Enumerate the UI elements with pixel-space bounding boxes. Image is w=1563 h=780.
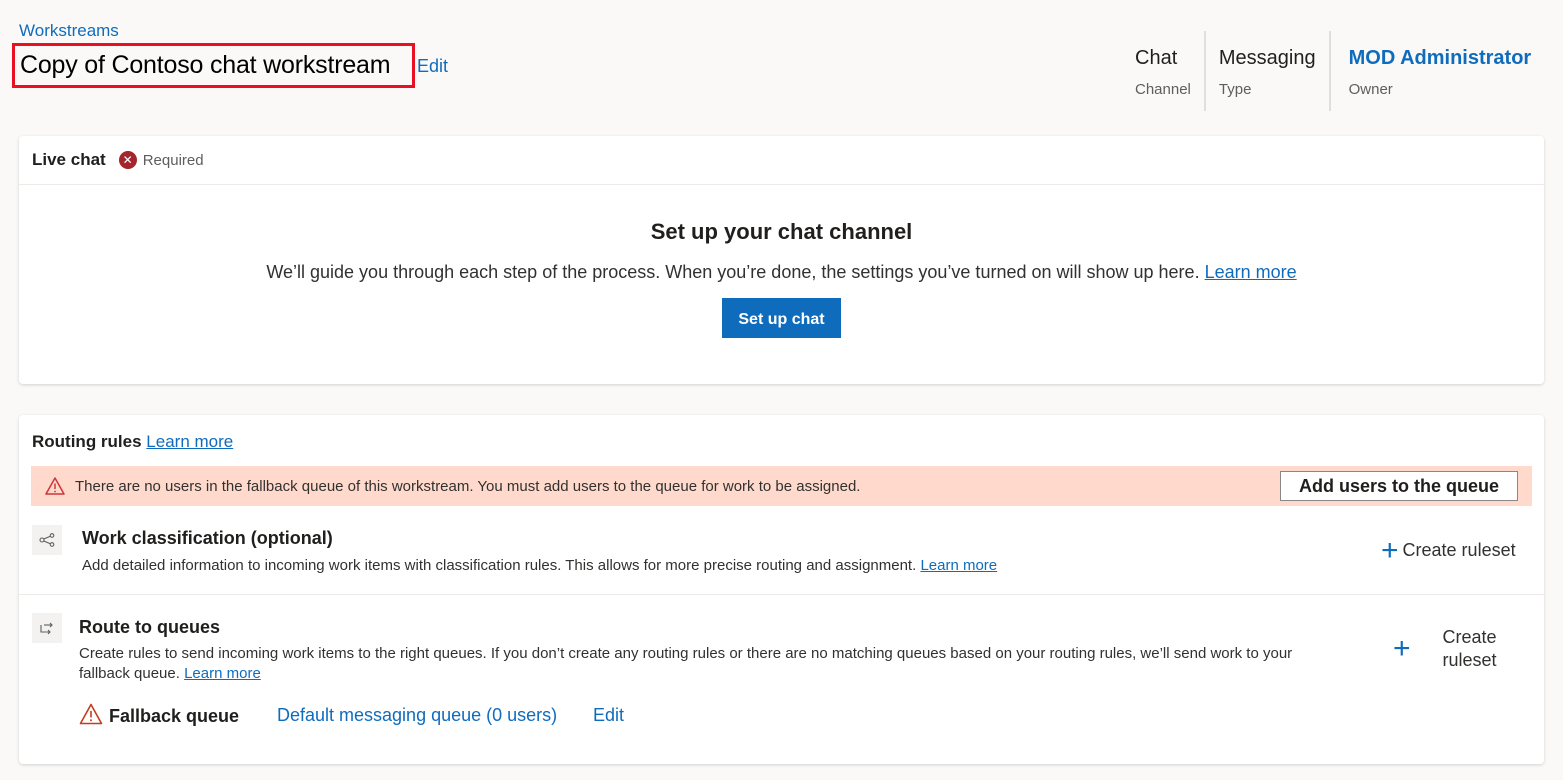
- work-classification-desc-text: Add detailed information to incoming wor…: [82, 557, 917, 574]
- fallback-queue-link[interactable]: Default messaging queue (0 users): [277, 705, 557, 726]
- live-chat-header: Live chat ✕ Required: [19, 136, 1544, 185]
- route-to-queues-learn-more-link[interactable]: Learn more: [184, 665, 261, 682]
- create-ruleset-label: Create ruleset: [1402, 540, 1516, 560]
- route-arrows-icon: [32, 613, 62, 643]
- warning-text: There are no users in the fallback queue…: [75, 477, 861, 495]
- route-to-queues-desc: Create rules to send incoming work items…: [79, 644, 1344, 684]
- work-classification-desc: Add detailed information to incoming wor…: [82, 556, 997, 576]
- live-chat-title: Live chat: [32, 150, 106, 169]
- routing-learn-more-link[interactable]: Learn more: [146, 432, 233, 451]
- meta-channel: Chat Channel: [1122, 31, 1204, 111]
- warning-icon: [79, 703, 103, 725]
- required-label: Required: [142, 151, 204, 169]
- route-to-queues-desc-text: Create rules to send incoming work items…: [79, 645, 1293, 682]
- meta-type-value: Messaging: [1218, 47, 1316, 69]
- setup-title: Set up your chat channel: [650, 219, 913, 244]
- live-chat-learn-more-link[interactable]: Learn more: [1205, 262, 1297, 282]
- workstream-meta: Chat Channel Messaging Type MOD Administ…: [1122, 31, 1544, 111]
- share-icon: [32, 525, 62, 555]
- create-ruleset-label: Create ruleset: [1442, 627, 1497, 670]
- title-highlight-box: Copy of Contoso chat workstream: [12, 43, 415, 88]
- meta-type-label: Type: [1218, 81, 1252, 98]
- fallback-warning-bar: There are no users in the fallback queue…: [31, 466, 1532, 506]
- create-classification-ruleset-button[interactable]: + Create ruleset: [1381, 533, 1516, 567]
- owner-link[interactable]: MOD Administrator: [1349, 47, 1532, 70]
- meta-type: Messaging Type: [1203, 31, 1329, 111]
- route-to-queues-title: Route to queues: [79, 617, 221, 637]
- plus-icon: +: [1393, 632, 1411, 665]
- work-classification-title: Work classification (optional): [82, 528, 333, 548]
- fallback-queue-label: Fallback queue: [109, 706, 240, 726]
- error-circle-icon: ✕: [118, 151, 137, 169]
- fallback-edit-link[interactable]: Edit: [593, 705, 624, 726]
- create-queue-ruleset-button[interactable]: + Create ruleset: [1393, 626, 1505, 672]
- meta-owner-label: Owner: [1348, 81, 1393, 98]
- routing-rules-header: Routing rules Learn more: [32, 432, 233, 452]
- edit-title-link[interactable]: Edit: [417, 56, 448, 77]
- page-title: Copy of Contoso chat workstream: [20, 51, 391, 79]
- breadcrumb-workstreams[interactable]: Workstreams: [19, 21, 119, 41]
- set-up-chat-button[interactable]: Set up chat: [722, 298, 841, 338]
- routing-rules-title: Routing rules: [32, 432, 142, 451]
- work-classification-learn-more-link[interactable]: Learn more: [920, 557, 997, 574]
- add-users-to-queue-button[interactable]: Add users to the queue: [1280, 471, 1518, 501]
- meta-owner: MOD Administrator Owner: [1328, 31, 1545, 111]
- warning-icon: [45, 477, 65, 495]
- meta-channel-label: Channel: [1135, 81, 1191, 98]
- meta-channel-value: Chat: [1135, 47, 1178, 69]
- routing-rules-card: Routing rules Learn more There are no us…: [19, 415, 1544, 764]
- live-chat-card: Live chat ✕ Required Set up your chat ch…: [19, 136, 1544, 384]
- setup-description: We’ll guide you through each step of the…: [19, 262, 1544, 283]
- setup-desc-text: We’ll guide you through each step of the…: [266, 262, 1200, 282]
- plus-icon: +: [1381, 533, 1399, 567]
- section-divider: [19, 594, 1544, 595]
